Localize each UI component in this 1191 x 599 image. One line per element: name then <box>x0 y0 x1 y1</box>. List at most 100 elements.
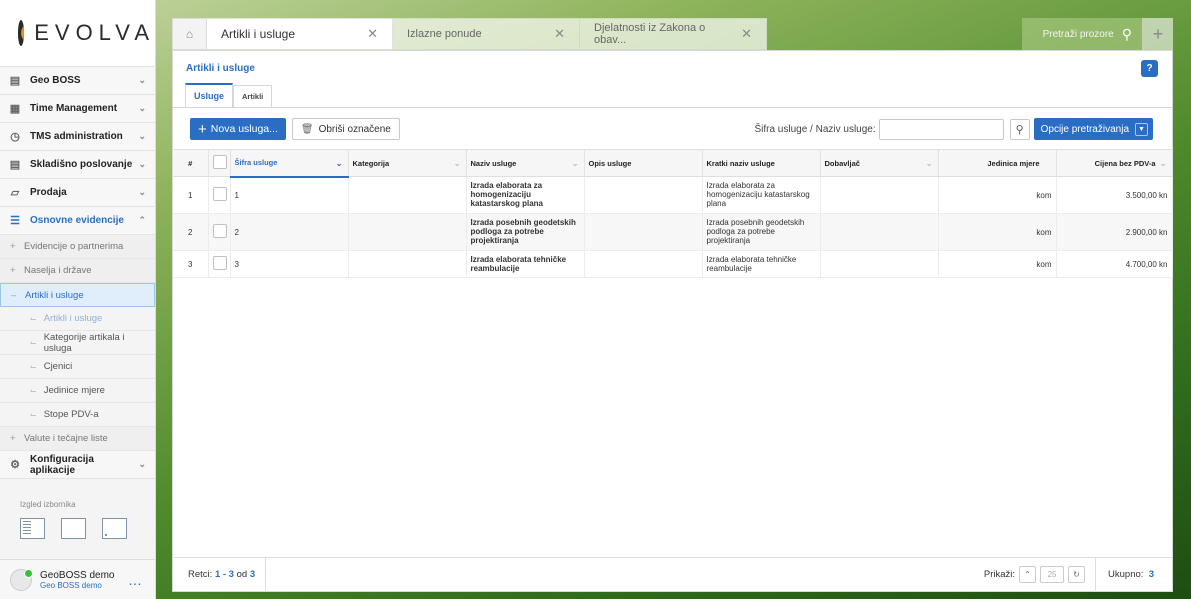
chevron-down-icon: ⌄ <box>138 131 146 141</box>
column-header-price[interactable]: Cijena bez PDV-a ⌄ <box>1056 149 1173 177</box>
layout-collapsed-icon[interactable] <box>102 518 127 539</box>
tab-djelatnosti[interactable]: Djelatnosti iz Zakona o obav... ✕ <box>580 18 767 50</box>
sidebar-item-label: Skladišno poslovanje <box>30 159 133 170</box>
tab-artikli-i-usluge[interactable]: Artikli i usluge ✕ <box>207 18 393 50</box>
column-header-label: Kategorija <box>352 158 390 168</box>
tab-usluge[interactable]: Usluge <box>185 83 234 107</box>
more-options-icon[interactable]: … <box>128 572 143 588</box>
sidebar-subitem-evidencije-o-partnerima[interactable]: + Evidencije o partnerima <box>0 235 155 259</box>
column-header-label: Šifra usluge <box>234 158 278 168</box>
sidebar-leaf-jedinice-mjere[interactable]: ⌙ Jedinice mjere <box>0 379 155 403</box>
user-profile[interactable]: GeoBOSS demo Geo BOSS demo … <box>0 559 155 599</box>
tree-branch-icon: ⌙ <box>30 338 37 347</box>
row-checkbox[interactable] <box>212 224 227 238</box>
sidebar-item-label: Geo BOSS <box>30 75 81 86</box>
chevron-down-icon: ⌄ <box>138 103 146 113</box>
search-icon[interactable]: ⚲ <box>1009 118 1030 140</box>
avatar[interactable] <box>10 568 33 591</box>
cell-code: 3 <box>230 250 349 278</box>
row-select <box>208 176 231 214</box>
column-header-category[interactable]: Kategorija ⌄ <box>348 149 467 177</box>
delete-selected-button[interactable]: 🗑 Obriši označene <box>291 118 400 140</box>
column-header-short-name[interactable]: Kratki naziv usluge <box>702 149 821 177</box>
divider <box>173 107 1172 108</box>
sidebar-item-prodaja[interactable]: ▱ Prodaja ⌄ <box>0 179 155 207</box>
sidebar-leaf-stope-pdv[interactable]: ⌙ Stope PDV-a <box>0 403 155 427</box>
sidebar-item-konfiguracija[interactable]: ⚙ Konfiguracija aplikacije ⌄ <box>0 451 155 479</box>
cell-name-link[interactable]: Izrada elaborata tehničke reambulacije <box>466 250 585 278</box>
row-checkbox[interactable] <box>212 187 227 201</box>
sidebar-subitem-artikli-i-usluge[interactable]: – Artikli i usluge <box>0 283 155 307</box>
new-tab-button[interactable]: + <box>1142 18 1173 50</box>
help-icon[interactable]: ? <box>1141 60 1158 77</box>
sidebar-item-osnovne-evidencije[interactable]: ☰ Osnovne evidencije ⌃ <box>0 207 155 235</box>
table-footer: Retci: 1 - 3 od 3 Prikaži: ⌃ 25 ↻ Ukupno… <box>173 557 1172 592</box>
cell-code: 2 <box>230 213 349 251</box>
search-icon[interactable]: ⚲ <box>1122 26 1132 43</box>
column-header-label: Jedinica mjere <box>987 158 1040 168</box>
tab-label: Izlazne ponude <box>407 28 482 40</box>
close-icon[interactable]: ✕ <box>554 26 565 42</box>
row-select <box>208 250 231 278</box>
sidebar-leaf-label: Kategorije artikala i usluga <box>43 331 125 354</box>
window-tabbar: ⌂ Artikli i usluge ✕ Izlazne ponude ✕ Dj… <box>172 18 1173 50</box>
book-icon: ▤ <box>9 75 21 87</box>
rows-total: 3 <box>249 569 256 580</box>
close-icon[interactable]: ✕ <box>741 26 752 42</box>
sidebar-leaf-kategorije[interactable]: ⌙ Kategorije artikala i usluga <box>0 331 155 355</box>
cell-name-link[interactable]: Izrada posebnih geodetskih podloga za po… <box>466 213 585 251</box>
sidebar-leaf-label: Cjenici <box>43 361 73 372</box>
cell-category <box>348 213 467 251</box>
row-index: 2 <box>173 213 209 251</box>
tab-label: Artikli i usluge <box>221 27 296 41</box>
sidebar-leaf-artikli-i-usluge[interactable]: ⌙ Artikli i usluge <box>0 307 155 331</box>
layout-empty-icon[interactable] <box>61 518 86 539</box>
tab-izlazne-ponude[interactable]: Izlazne ponude ✕ <box>393 18 580 50</box>
cell-supplier <box>820 250 939 278</box>
plus-icon: + <box>10 433 16 444</box>
delete-selected-label: Obriši označene <box>318 123 391 135</box>
sidebar-item-tms-administration[interactable]: ◷ TMS administration ⌄ <box>0 123 155 151</box>
search-input[interactable] <box>878 118 1004 140</box>
row-select <box>208 213 231 251</box>
table-row[interactable]: 2 2 Izrada posebnih geodetskih podloga z… <box>173 213 1173 251</box>
select-all-checkbox[interactable] <box>212 155 227 169</box>
sidebar-item-label: Konfiguracija aplikacije <box>30 453 94 476</box>
table-row[interactable]: 3 3 Izrada elaborata tehničke reambulaci… <box>173 250 1173 278</box>
home-icon[interactable]: ⌂ <box>172 18 207 50</box>
sidebar-item-geo-boss[interactable]: ▤ Geo BOSS ⌄ <box>0 67 155 95</box>
sidebar-leaf-cjenici[interactable]: ⌙ Cjenici <box>0 355 155 379</box>
column-header-supplier[interactable]: Dobavljač ⌄ <box>820 149 939 177</box>
row-checkbox[interactable] <box>212 256 227 270</box>
user-company[interactable]: Geo BOSS demo <box>40 581 128 590</box>
column-header-unit[interactable]: Jedinica mjere <box>938 149 1057 177</box>
new-service-button[interactable]: + Nova usluga... <box>190 118 286 140</box>
sidebar-item-skladisno-poslovanje[interactable]: ▤ Skladišno poslovanje ⌄ <box>0 151 155 179</box>
column-header-name[interactable]: Naziv usluge ⌄ <box>466 149 585 177</box>
cell-short-name: Izrada elaborata za homogenizaciju katas… <box>702 176 821 214</box>
gear-icon: ⚙ <box>10 459 20 471</box>
page-size-control: Prikaži: ⌃ 25 ↻ <box>984 557 1097 592</box>
sidebar-subitem-valute[interactable]: + Valute i tečajne liste <box>0 427 155 451</box>
list-icon: ☰ <box>10 215 20 227</box>
window-search[interactable]: Pretraži prozore ⚲ <box>1022 18 1142 50</box>
sidebar-subitem-naselja-i-drzave[interactable]: + Naselja i države <box>0 259 155 283</box>
chevron-up-icon[interactable]: ⌃ <box>1019 566 1037 583</box>
tab-label: Djelatnosti iz Zakona o obav... <box>594 22 706 46</box>
cell-price: 3.500,00 kn <box>1056 176 1173 214</box>
column-header-code[interactable]: Šifra usluge ⌄ <box>230 149 349 178</box>
sidebar-item-time-management[interactable]: ▦ Time Management ⌄ <box>0 95 155 123</box>
search-label: Šifra usluge / Naziv usluge: <box>754 123 876 135</box>
page-size-input[interactable]: 25 <box>1040 566 1065 583</box>
layout-full-icon[interactable] <box>20 518 45 539</box>
chevron-up-icon: ⌃ <box>138 215 146 225</box>
chevron-down-icon: ⌄ <box>138 75 146 85</box>
refresh-icon[interactable]: ↻ <box>1068 566 1086 583</box>
logo[interactable]: EVOLVA <box>0 0 155 67</box>
cell-name-link[interactable]: Izrada elaborata za homogenizaciju katas… <box>466 176 585 214</box>
close-icon[interactable]: ✕ <box>367 26 378 42</box>
tab-artikli[interactable]: Artikli <box>233 85 273 107</box>
search-options-button[interactable]: Opcije pretraživanja ▼ <box>1033 118 1153 140</box>
column-header-description[interactable]: Opis usluge <box>584 149 703 177</box>
table-row[interactable]: 1 1 Izrada elaborata za homogenizaciju k… <box>173 176 1173 214</box>
